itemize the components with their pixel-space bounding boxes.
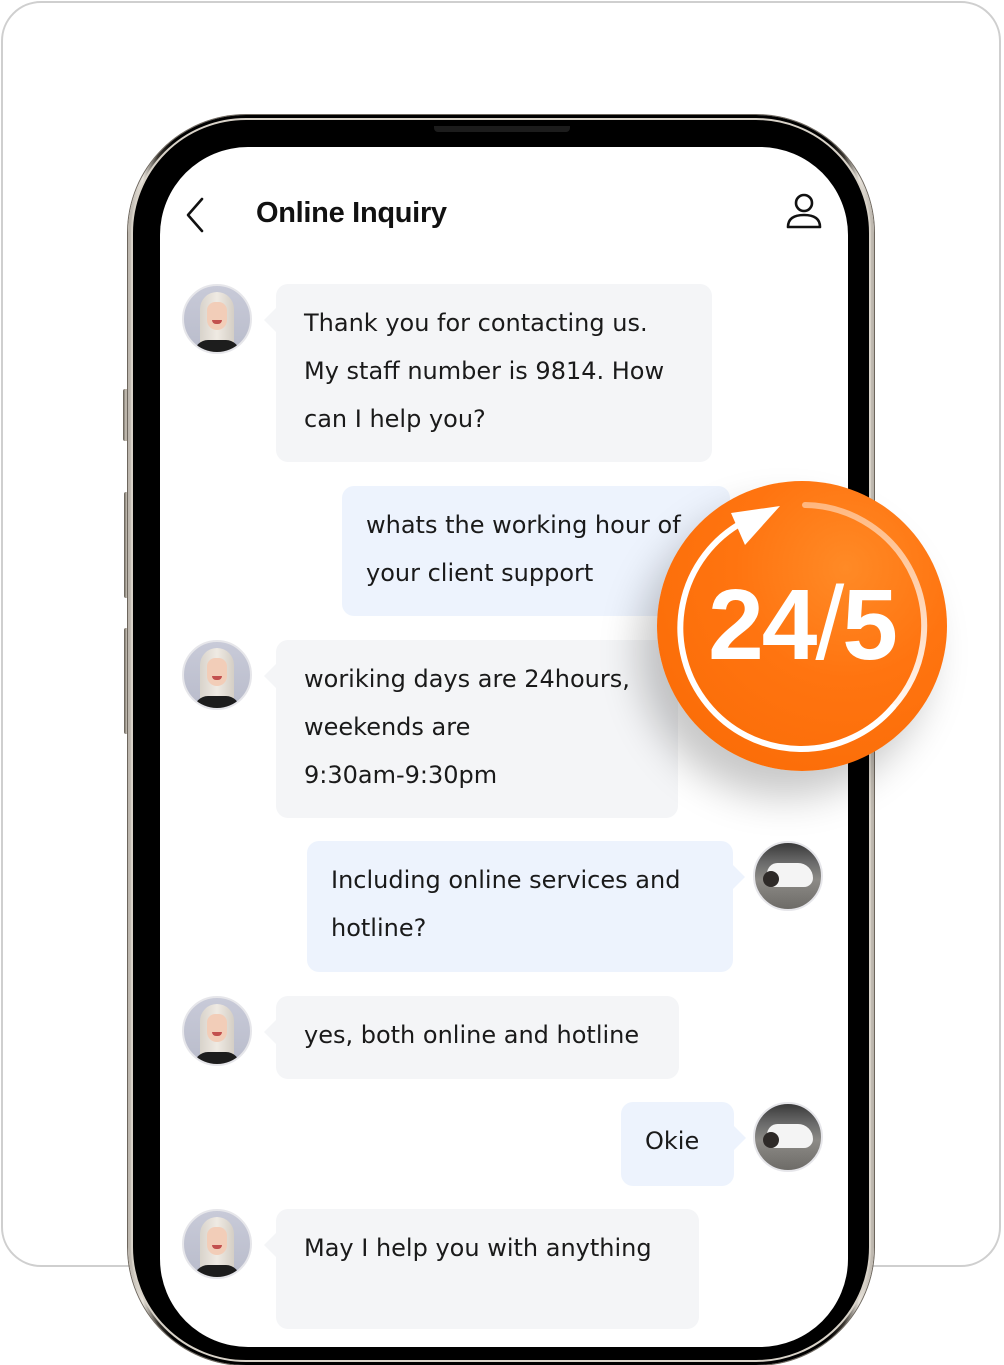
message-line: 9:30am-9:30pm <box>304 761 498 789</box>
chat-header: Online Inquiry <box>160 187 848 243</box>
agent-avatar <box>182 996 252 1066</box>
user-icon <box>786 193 822 229</box>
badge-label: 24/5 <box>657 569 947 680</box>
badge-days: 5 <box>842 569 898 681</box>
chevron-left-icon <box>186 197 204 233</box>
message-line: whats the working hour of <box>366 511 681 539</box>
message-line: May I help you with anything <box>304 1234 652 1262</box>
agent-message: Thank you for contacting us. My staff nu… <box>264 284 712 462</box>
message-line: weekends are <box>304 713 471 741</box>
message-line: your client support <box>366 559 594 587</box>
page-title: Online Inquiry <box>256 197 447 229</box>
agent-avatar <box>182 284 252 354</box>
user-message: Okie <box>621 1102 746 1186</box>
message-line: woriking days are 24hours, <box>304 665 630 693</box>
user-avatar <box>753 841 823 911</box>
message-line: can I help you? <box>304 405 486 433</box>
user-avatar <box>753 1102 823 1172</box>
back-button[interactable] <box>180 193 212 233</box>
agent-message: May I help you with anything <box>264 1209 699 1329</box>
agent-avatar <box>182 1209 252 1279</box>
availability-badge: 24/5 <box>657 481 947 771</box>
message-line: hotline? <box>331 914 427 942</box>
agent-avatar <box>182 640 252 710</box>
message-line: Including online services and <box>331 866 681 894</box>
user-message: Including online services and hotline? <box>307 841 745 972</box>
agent-message: yes, both online and hotline <box>264 996 679 1079</box>
agent-message: woriking days are 24hours, weekends are … <box>264 640 678 818</box>
message-line: My staff number is 9814. How <box>304 357 665 385</box>
message-line: Thank you for contacting us. <box>304 309 648 337</box>
badge-hours: 24 <box>708 569 817 681</box>
message-line: yes, both online and hotline <box>304 1021 640 1049</box>
badge-slash: / <box>815 566 844 682</box>
profile-button[interactable] <box>784 191 824 231</box>
message-line: Okie <box>645 1127 700 1155</box>
speaker-grille <box>434 126 570 132</box>
